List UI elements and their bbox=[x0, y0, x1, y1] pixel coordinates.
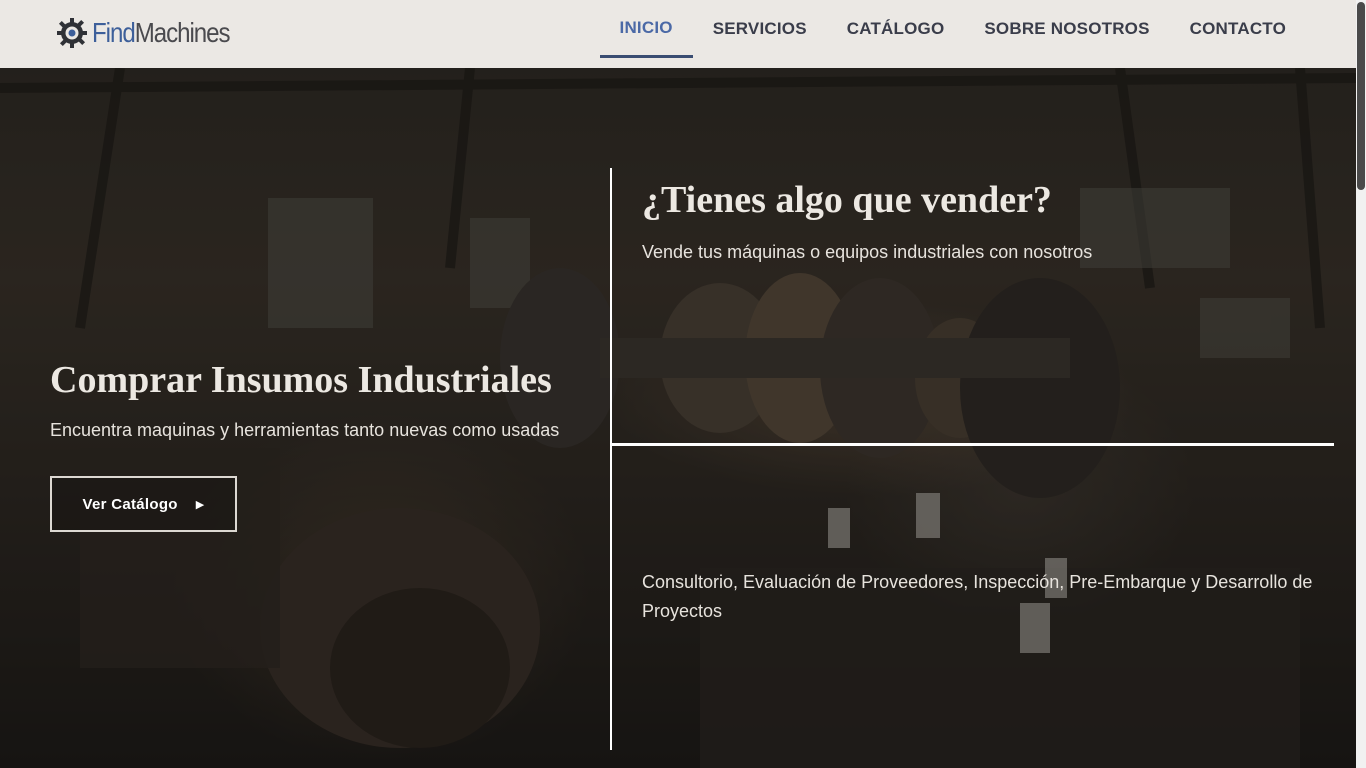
nav-item-servicios[interactable]: SERVICIOS bbox=[693, 0, 827, 58]
sell-something-title: ¿Tienes algo que vender? bbox=[642, 179, 1052, 221]
site-header: FindMachines INICIO SERVICIOS CATÁLOGO S… bbox=[0, 0, 1356, 68]
main-nav: INICIO SERVICIOS CATÁLOGO SOBRE NOSOTROS… bbox=[599, 0, 1306, 68]
brand-name-machines: Machines bbox=[134, 17, 231, 48]
hero-dark-overlay bbox=[0, 68, 1356, 768]
view-catalog-button-label: Ver Catálogo bbox=[82, 495, 178, 513]
brand-name-find: Find bbox=[92, 17, 136, 48]
brand-logo[interactable]: FindMachines bbox=[56, 16, 252, 50]
nav-item-inicio[interactable]: INICIO bbox=[599, 0, 693, 58]
caret-right-icon: ▶ bbox=[195, 498, 205, 511]
view-catalog-button[interactable]: Ver Catálogo ▶ bbox=[50, 476, 237, 532]
nav-item-contacto[interactable]: CONTACTO bbox=[1170, 0, 1306, 58]
vertical-divider bbox=[610, 168, 612, 750]
nav-item-catalogo[interactable]: CATÁLOGO bbox=[827, 0, 965, 58]
sell-something-subtitle: Vende tus máquinas o equipos industriale… bbox=[642, 242, 1093, 262]
horizontal-divider bbox=[612, 443, 1334, 446]
scrollbar-thumb[interactable] bbox=[1357, 2, 1365, 190]
nav-item-sobre-nosotros[interactable]: SOBRE NOSOTROS bbox=[964, 0, 1169, 58]
buy-supplies-subtitle: Encuentra maquinas y herramientas tanto … bbox=[50, 420, 560, 440]
page-scrollbar[interactable] bbox=[1356, 0, 1366, 768]
hero-section: Comprar Insumos Industriales Encuentra m… bbox=[0, 68, 1356, 768]
services-text: Consultorio, Evaluación de Proveedores, … bbox=[642, 572, 1313, 621]
buy-supplies-title: Comprar Insumos Industriales bbox=[50, 359, 552, 401]
brand-name: FindMachines bbox=[92, 17, 231, 49]
gear-logo-icon bbox=[57, 18, 87, 48]
